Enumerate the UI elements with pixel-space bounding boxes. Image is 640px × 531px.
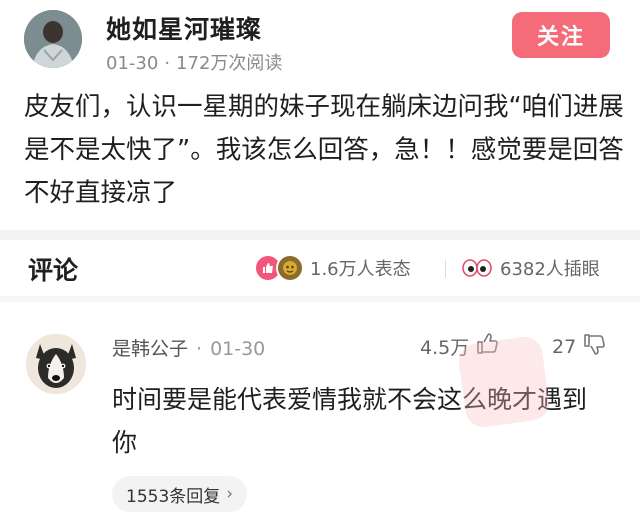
eyes-count: 6382人插眼 xyxy=(500,259,600,280)
view-replies-button[interactable]: 1553条回复 › xyxy=(112,476,248,512)
meta-separator: · xyxy=(164,53,171,74)
comment-date: 01-30 xyxy=(210,338,266,360)
section-divider xyxy=(0,230,640,240)
post-meta: 01-30 · 172万次阅读 xyxy=(106,49,282,75)
eyes-icons xyxy=(460,254,494,282)
author-name[interactable]: 她如星河璀璨 xyxy=(106,10,262,46)
follow-button[interactable]: 关注 xyxy=(512,12,610,58)
thumbs-down-icon xyxy=(582,332,606,361)
dislike-count: 27 xyxy=(552,335,577,358)
post-body: 皮友们，认识一星期的妹子现在躺床边问我“咱们进展是不是太快了”。我该怎么回答，急… xyxy=(24,92,624,208)
chevron-right-icon: › xyxy=(226,484,234,504)
husky-avatar-image xyxy=(26,334,86,394)
watermark-stamp xyxy=(456,334,552,430)
commenter-name[interactable]: 是韩公子 xyxy=(112,338,188,360)
bar-divider xyxy=(445,260,446,278)
post-header: 她如星河璀璨 01-30 · 172万次阅读 关注 xyxy=(0,0,640,78)
comment-item: 是韩公子 · 01-30 4.5万 27 时间要是能代表爱情我就不会这么晚才遇到你 … xyxy=(0,300,640,531)
eyes-summary[interactable]: 6382人插眼 xyxy=(460,252,600,284)
reaction-icons xyxy=(254,254,304,282)
author-avatar-image xyxy=(24,10,82,68)
dislike-button[interactable]: 27 xyxy=(552,332,606,361)
post-views: 172万次阅读 xyxy=(176,53,283,74)
emoji-icon xyxy=(276,254,304,282)
commenter-avatar[interactable] xyxy=(26,334,86,394)
comments-title: 评论 xyxy=(28,256,79,285)
reactions-count: 1.6万人表态 xyxy=(310,259,411,280)
comments-bar: 评论 1.6万人表态 6382人插眼 xyxy=(0,240,640,296)
comment-header: 是韩公子 · 01-30 xyxy=(112,334,265,361)
reactions-summary[interactable]: 1.6万人表态 xyxy=(254,252,411,284)
author-avatar[interactable] xyxy=(24,10,82,68)
post-date: 01-30 xyxy=(106,53,159,74)
meta-separator: · xyxy=(196,338,203,360)
eyes-icon xyxy=(460,254,494,282)
replies-count: 1553条回复 xyxy=(126,486,221,507)
